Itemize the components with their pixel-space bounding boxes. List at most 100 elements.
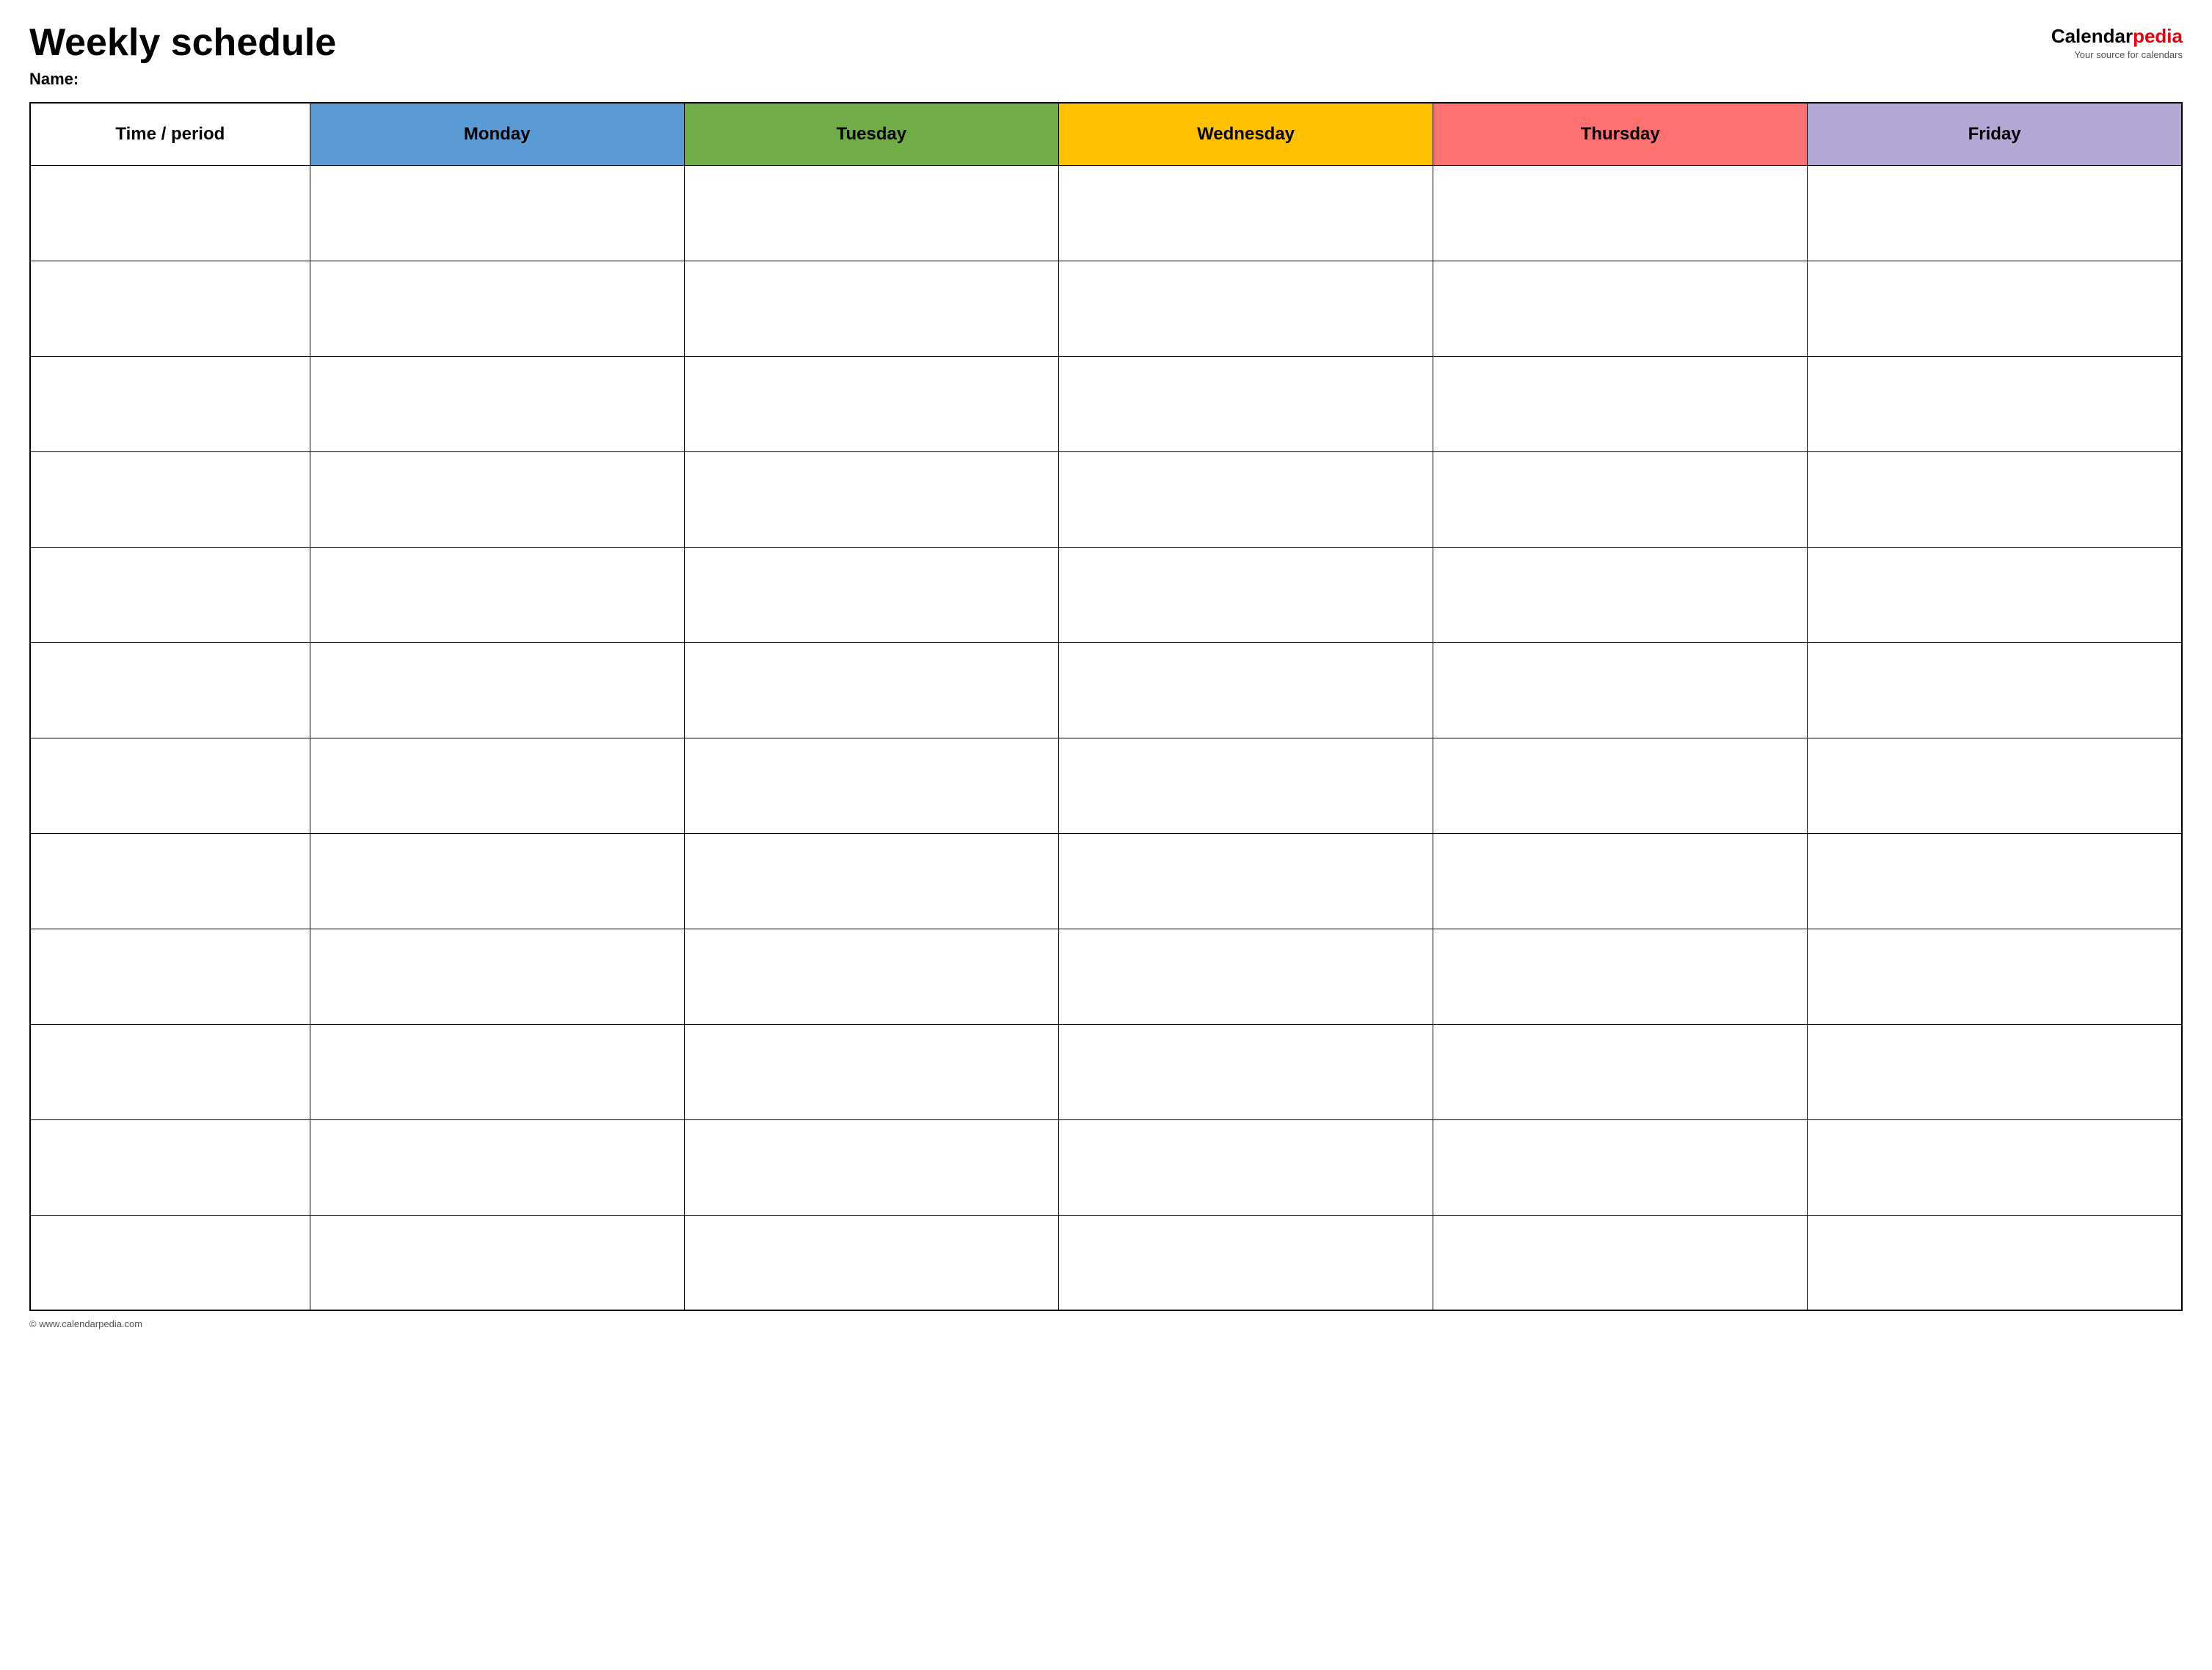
table-cell[interactable] <box>310 547 684 642</box>
table-cell[interactable] <box>1808 356 2182 451</box>
table-cell[interactable] <box>1058 738 1433 833</box>
table-cell[interactable] <box>1433 165 1808 261</box>
table-cell[interactable] <box>310 261 684 356</box>
header-time: Time / period <box>30 103 310 165</box>
table-cell[interactable] <box>1433 833 1808 929</box>
table-cell[interactable] <box>30 1024 310 1119</box>
table-cell[interactable] <box>684 356 1058 451</box>
table-cell[interactable] <box>30 451 310 547</box>
table-cell[interactable] <box>684 1119 1058 1215</box>
table-row <box>30 833 2182 929</box>
table-row <box>30 929 2182 1024</box>
schedule-body <box>30 165 2182 1310</box>
table-cell[interactable] <box>1808 1024 2182 1119</box>
logo-tagline: Your source for calendars <box>2074 49 2183 60</box>
table-cell[interactable] <box>684 929 1058 1024</box>
table-cell[interactable] <box>30 356 310 451</box>
table-cell[interactable] <box>1058 833 1433 929</box>
table-cell[interactable] <box>1058 1215 1433 1310</box>
table-row <box>30 1024 2182 1119</box>
name-label: Name: <box>29 70 336 89</box>
table-cell[interactable] <box>1808 261 2182 356</box>
logo-pedia-part: pedia <box>2133 25 2183 47</box>
table-cell[interactable] <box>30 1119 310 1215</box>
table-cell[interactable] <box>1433 356 1808 451</box>
header-tuesday: Tuesday <box>684 103 1058 165</box>
table-cell[interactable] <box>1808 738 2182 833</box>
table-cell[interactable] <box>310 165 684 261</box>
title-block: Weekly schedule Name: <box>29 22 336 89</box>
table-cell[interactable] <box>684 547 1058 642</box>
table-cell[interactable] <box>1433 1024 1808 1119</box>
table-cell[interactable] <box>1808 165 2182 261</box>
table-cell[interactable] <box>1808 451 2182 547</box>
table-row <box>30 642 2182 738</box>
header-row: Time / period Monday Tuesday Wednesday T… <box>30 103 2182 165</box>
table-cell[interactable] <box>684 642 1058 738</box>
page-title: Weekly schedule <box>29 22 336 64</box>
table-cell[interactable] <box>310 1215 684 1310</box>
logo-text: Calendarpedia <box>2051 25 2183 48</box>
table-cell[interactable] <box>1058 929 1433 1024</box>
table-cell[interactable] <box>684 451 1058 547</box>
table-row <box>30 1119 2182 1215</box>
header-thursday: Thursday <box>1433 103 1808 165</box>
table-cell[interactable] <box>30 261 310 356</box>
table-cell[interactable] <box>1433 929 1808 1024</box>
table-cell[interactable] <box>684 1024 1058 1119</box>
table-cell[interactable] <box>1808 833 2182 929</box>
table-cell[interactable] <box>1808 642 2182 738</box>
table-row <box>30 261 2182 356</box>
table-cell[interactable] <box>1058 1119 1433 1215</box>
table-cell[interactable] <box>310 929 684 1024</box>
table-cell[interactable] <box>1808 547 2182 642</box>
footer-url: © www.calendarpedia.com <box>29 1318 2183 1329</box>
table-cell[interactable] <box>1058 451 1433 547</box>
table-cell[interactable] <box>684 738 1058 833</box>
table-row <box>30 451 2182 547</box>
table-cell[interactable] <box>1433 547 1808 642</box>
table-cell[interactable] <box>1058 1024 1433 1119</box>
header-wednesday: Wednesday <box>1058 103 1433 165</box>
table-cell[interactable] <box>1433 261 1808 356</box>
table-cell[interactable] <box>1808 1119 2182 1215</box>
table-cell[interactable] <box>310 451 684 547</box>
table-cell[interactable] <box>684 261 1058 356</box>
table-cell[interactable] <box>1058 261 1433 356</box>
table-cell[interactable] <box>30 642 310 738</box>
table-cell[interactable] <box>310 642 684 738</box>
table-cell[interactable] <box>1433 1215 1808 1310</box>
table-cell[interactable] <box>310 1119 684 1215</box>
table-cell[interactable] <box>1433 451 1808 547</box>
table-cell[interactable] <box>1433 642 1808 738</box>
table-cell[interactable] <box>1433 738 1808 833</box>
table-cell[interactable] <box>684 833 1058 929</box>
table-cell[interactable] <box>1058 165 1433 261</box>
table-cell[interactable] <box>310 356 684 451</box>
table-cell[interactable] <box>1058 547 1433 642</box>
table-row <box>30 738 2182 833</box>
table-cell[interactable] <box>30 1215 310 1310</box>
table-cell[interactable] <box>1058 356 1433 451</box>
table-row <box>30 165 2182 261</box>
table-cell[interactable] <box>30 738 310 833</box>
table-cell[interactable] <box>310 833 684 929</box>
table-cell[interactable] <box>30 833 310 929</box>
weekly-schedule-table: Time / period Monday Tuesday Wednesday T… <box>29 102 2183 1311</box>
table-cell[interactable] <box>310 738 684 833</box>
page-header: Weekly schedule Name: Calendarpedia Your… <box>29 22 2183 89</box>
table-cell[interactable] <box>30 547 310 642</box>
table-cell[interactable] <box>684 1215 1058 1310</box>
table-cell[interactable] <box>1808 929 2182 1024</box>
logo-block: Calendarpedia Your source for calendars <box>2051 25 2183 60</box>
table-cell[interactable] <box>30 929 310 1024</box>
table-cell[interactable] <box>684 165 1058 261</box>
table-cell[interactable] <box>310 1024 684 1119</box>
table-cell[interactable] <box>1808 1215 2182 1310</box>
table-row <box>30 356 2182 451</box>
logo-calendar-part: Calendar <box>2051 25 2133 47</box>
table-cell[interactable] <box>1433 1119 1808 1215</box>
table-cell[interactable] <box>1058 642 1433 738</box>
header-friday: Friday <box>1808 103 2182 165</box>
table-cell[interactable] <box>30 165 310 261</box>
